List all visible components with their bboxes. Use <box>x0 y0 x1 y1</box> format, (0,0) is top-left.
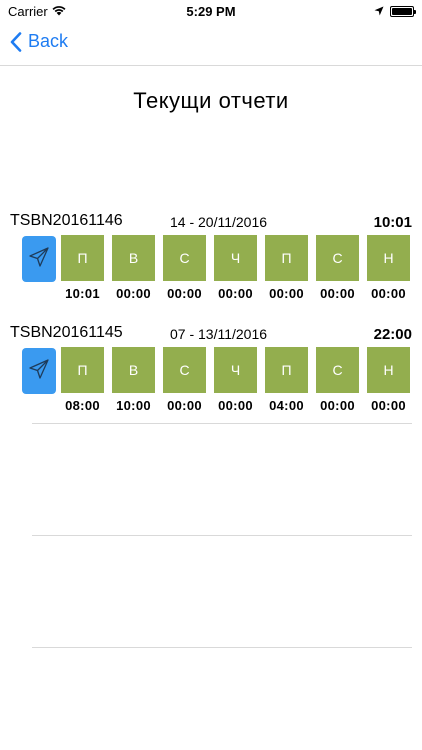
day-hours-sat: 00:00 <box>320 398 355 413</box>
battery-level <box>392 8 412 15</box>
send-report-button[interactable] <box>22 348 56 394</box>
report-period: 07 - 13/11/2016 <box>170 326 268 342</box>
day-hours-fri: 04:00 <box>269 398 304 413</box>
report-total-hours: 10:01 <box>373 214 412 231</box>
day-cell-wed[interactable]: С <box>163 347 206 393</box>
back-label: Back <box>28 31 69 51</box>
day-hours-thu: 00:00 <box>218 286 253 301</box>
day-hours-tue: 10:00 <box>116 398 151 413</box>
day-cell-fri[interactable]: П <box>265 347 308 393</box>
day-hours-tue: 00:00 <box>116 286 151 301</box>
status-right <box>374 4 416 19</box>
battery-icon <box>390 6 416 17</box>
day-cell-thu[interactable]: Ч <box>214 347 257 393</box>
day-hours-wed: 00:00 <box>167 398 202 413</box>
list-separator <box>32 647 412 648</box>
day-cells: П В С Ч П С Н <box>61 347 411 393</box>
report-row: TSBN20161146 14 - 20/11/2016 10:01 П В С… <box>0 212 422 324</box>
day-cell-sat[interactable]: С <box>316 235 359 281</box>
page-title: Текущи отчети <box>133 88 289 113</box>
list-separator <box>32 535 412 536</box>
chevron-left-icon <box>10 31 22 52</box>
day-hours-fri: 00:00 <box>269 286 304 301</box>
day-cell-tue[interactable]: В <box>112 347 155 393</box>
day-cell-fri[interactable]: П <box>265 235 308 281</box>
report-id: TSBN20161145 <box>10 324 123 341</box>
status-time: 5:29 PM <box>186 4 236 19</box>
navigation-bar: Back <box>0 22 422 66</box>
day-hours-sun: 00:00 <box>371 398 406 413</box>
day-cell-sat[interactable]: С <box>316 347 359 393</box>
report-total-hours: 22:00 <box>373 326 412 343</box>
report-header: TSBN20161146 14 - 20/11/2016 10:01 <box>10 212 412 234</box>
day-hours: 10:01 00:00 00:00 00:00 00:00 00:00 00:0… <box>61 286 411 302</box>
day-hours-mon: 08:00 <box>65 398 100 413</box>
day-hours-sat: 00:00 <box>320 286 355 301</box>
send-report-button[interactable] <box>22 236 56 282</box>
paper-plane-icon <box>27 245 51 274</box>
day-cells: П В С Ч П С Н <box>61 235 411 281</box>
day-cell-mon[interactable]: П <box>61 235 104 281</box>
location-arrow-icon <box>374 4 384 19</box>
day-hours-mon: 10:01 <box>65 286 100 301</box>
day-cell-sun[interactable]: Н <box>367 235 410 281</box>
day-hours: 08:00 10:00 00:00 00:00 04:00 00:00 00:0… <box>61 398 411 414</box>
status-bar: Carrier 5:29 PM <box>0 0 422 22</box>
report-id: TSBN20161146 <box>10 212 123 229</box>
report-header: TSBN20161145 07 - 13/11/2016 22:00 <box>10 324 412 346</box>
back-button[interactable]: Back <box>10 31 68 52</box>
day-hours-sun: 00:00 <box>371 286 406 301</box>
day-cell-wed[interactable]: С <box>163 235 206 281</box>
day-hours-thu: 00:00 <box>218 398 253 413</box>
day-cell-thu[interactable]: Ч <box>214 235 257 281</box>
report-period: 14 - 20/11/2016 <box>170 214 268 230</box>
day-cell-sun[interactable]: Н <box>367 347 410 393</box>
day-hours-wed: 00:00 <box>167 286 202 301</box>
list-separator <box>32 423 412 424</box>
day-cell-tue[interactable]: В <box>112 235 155 281</box>
paper-plane-icon <box>27 357 51 386</box>
day-cell-mon[interactable]: П <box>61 347 104 393</box>
report-row: TSBN20161145 07 - 13/11/2016 22:00 П В С… <box>0 324 422 436</box>
